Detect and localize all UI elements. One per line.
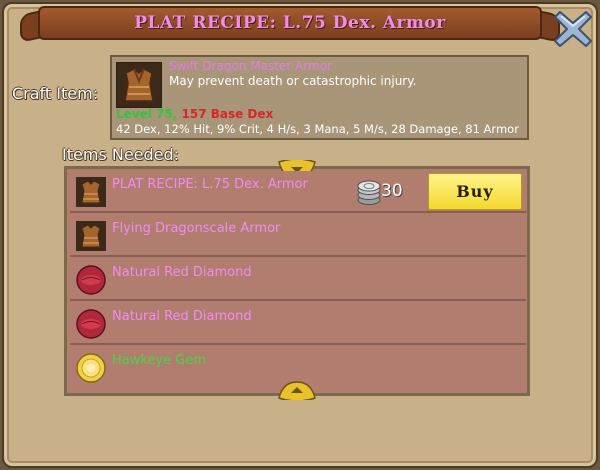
item-name: Flying Dragonscale Armor: [112, 221, 281, 236]
base-stat: 157 Base Dex: [181, 107, 274, 121]
level-requirement: Level 75: [116, 107, 173, 121]
item-stats: 42 Dex, 12% Hit, 9% Crit, 4 H/s, 3 Mana,…: [116, 122, 519, 136]
item-name: Hawkeye Gem: [112, 353, 206, 368]
gold-gem-icon: [76, 353, 106, 383]
scroll-down-button[interactable]: [277, 380, 317, 402]
red-gem-icon: [76, 265, 106, 295]
armor-icon: [76, 221, 106, 251]
close-icon: [554, 11, 592, 47]
armor-icon: [76, 177, 106, 207]
craft-item-description: May prevent death or catastrophic injury…: [169, 74, 417, 88]
buy-button[interactable]: Buy: [428, 173, 522, 210]
items-needed-label: Items Needed:: [62, 145, 180, 164]
list-item[interactable]: Natural Red Diamond: [70, 259, 526, 301]
close-button[interactable]: [552, 8, 594, 50]
list-item[interactable]: Flying Dragonscale Armor: [70, 215, 526, 257]
item-name: Natural Red Diamond: [112, 309, 252, 324]
title-banner: PLAT RECIPE: L.75 Dex. Armor: [20, 4, 560, 44]
coins-icon: [356, 178, 382, 206]
window-title: PLAT RECIPE: L.75 Dex. Armor: [134, 13, 446, 33]
red-gem-icon: [76, 309, 106, 339]
craft-item-label: Craft Item:: [12, 84, 99, 103]
armor-icon[interactable]: [116, 62, 162, 108]
craft-item-name: Swift Dragon Master Armor: [169, 59, 332, 73]
level-separator: ,: [172, 107, 178, 121]
item-name: PLAT RECIPE: L.75 Dex. Armor: [112, 177, 308, 192]
level-line: Level 75, 157 Base Dex: [116, 107, 273, 121]
item-price: 30: [381, 181, 403, 201]
list-item[interactable]: Natural Red Diamond: [70, 303, 526, 345]
item-name: Natural Red Diamond: [112, 265, 252, 280]
chevron-up-icon: [278, 381, 316, 402]
